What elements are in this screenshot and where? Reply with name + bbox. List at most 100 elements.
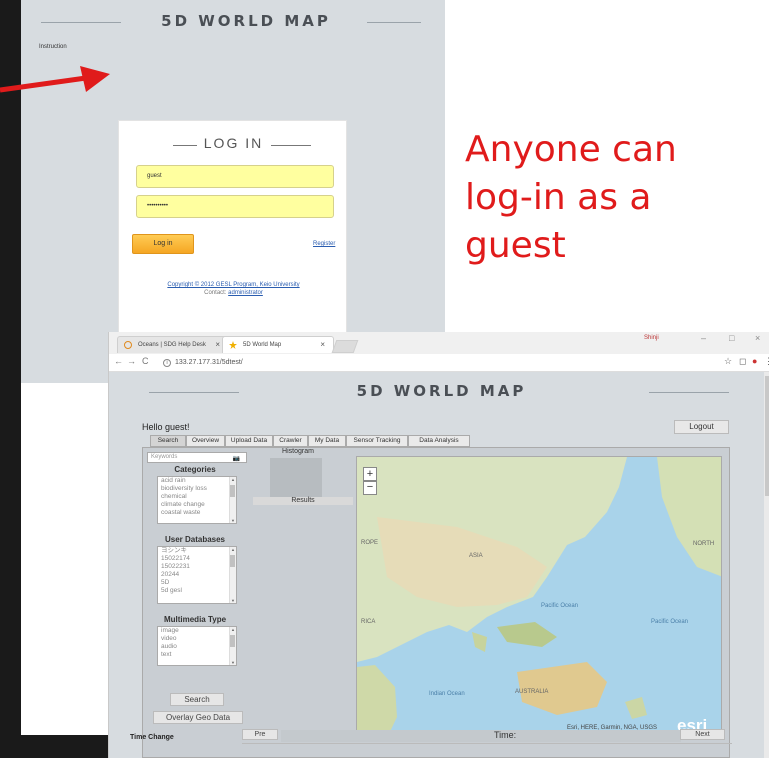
- close-tab-icon[interactable]: ×: [320, 337, 325, 353]
- reload-icon[interactable]: C: [142, 356, 149, 366]
- maximize-icon[interactable]: □: [729, 333, 734, 343]
- list-item[interactable]: acid rain: [158, 477, 236, 485]
- multimedia-type-list[interactable]: image video audio text: [157, 626, 237, 666]
- browser-tab-5d-world-map[interactable]: 5D World Map ×: [222, 336, 334, 353]
- camera-icon[interactable]: 📷: [233, 455, 240, 464]
- results-label[interactable]: Results: [253, 497, 353, 505]
- previous-time-button[interactable]: Pre: [242, 729, 278, 740]
- login-box: LOG IN guest •••••••••• Log in Register …: [118, 120, 347, 346]
- list-item[interactable]: text: [158, 651, 236, 659]
- copyright-link[interactable]: Copyright © 2012 GESL Program, Keio Univ…: [119, 282, 348, 288]
- username-field[interactable]: guest: [136, 165, 334, 188]
- forward-arrow-icon[interactable]: →: [127, 356, 136, 366]
- user-databases-heading: User Databases: [164, 535, 226, 544]
- title-rule-right: [367, 22, 421, 23]
- tab-search[interactable]: Search: [150, 435, 186, 447]
- password-field[interactable]: ••••••••••: [136, 195, 334, 218]
- next-time-button[interactable]: Next: [680, 729, 725, 740]
- heading-rule-right: [271, 145, 311, 146]
- map-label: RICA: [361, 619, 376, 625]
- tab-sensor-tracking[interactable]: Sensor Tracking: [346, 435, 408, 447]
- user-databases-list[interactable]: ヨシンキ 15022174 15022231 20244 5D 5d gesl: [157, 546, 237, 604]
- tab-overview[interactable]: Overview: [186, 435, 225, 447]
- page-scrollbar[interactable]: [764, 372, 769, 758]
- profile-icon[interactable]: ●: [752, 356, 757, 366]
- list-item[interactable]: 15022231: [158, 563, 236, 571]
- list-item[interactable]: ヨシンキ: [158, 547, 236, 555]
- contact-label: Contact:: [204, 290, 227, 296]
- menu-icon[interactable]: ⋮: [764, 356, 769, 367]
- keywords-input[interactable]: Keywords 📷: [147, 452, 247, 463]
- list-scrollbar[interactable]: [229, 547, 236, 603]
- search-button[interactable]: Search: [170, 693, 224, 706]
- browser-tab-oceans[interactable]: Oceans | SDG Help Desk ×: [117, 336, 229, 353]
- close-window-icon[interactable]: ×: [755, 333, 760, 343]
- list-item[interactable]: 5d gesl: [158, 587, 236, 595]
- minimize-icon[interactable]: –: [701, 333, 706, 343]
- list-item[interactable]: 20244: [158, 571, 236, 579]
- login-page-screenshot: 5D WORLD MAP Instruction LOG IN guest ••…: [21, 0, 445, 383]
- overlay-geo-data-button[interactable]: Overlay Geo Data: [153, 711, 243, 724]
- map-label: ASIA: [469, 553, 483, 559]
- list-item[interactable]: 15022174: [158, 555, 236, 563]
- page-scroll-thumb[interactable]: [765, 376, 769, 496]
- contact-admin-link[interactable]: administrator: [228, 290, 263, 296]
- list-item[interactable]: image: [158, 627, 236, 635]
- scroll-thumb[interactable]: [230, 635, 235, 647]
- login-page-title: 5D WORLD MAP: [161, 12, 331, 30]
- list-item[interactable]: biodiversity loss: [158, 485, 236, 493]
- greeting: Hello guest!: [142, 422, 190, 432]
- tab-upload-data[interactable]: Upload Data: [225, 435, 273, 447]
- scroll-thumb[interactable]: [230, 485, 235, 497]
- browser-tab-label: 5D World Map: [243, 342, 282, 348]
- new-tab-button[interactable]: [331, 340, 359, 353]
- list-item[interactable]: coastal waste: [158, 509, 236, 517]
- app-title: 5D WORLD MAP: [356, 382, 527, 400]
- logout-button[interactable]: Logout: [674, 420, 729, 434]
- url-field[interactable]: i 133.27.177.31/5dtest/: [161, 356, 641, 370]
- map-basemap: [357, 457, 721, 736]
- world-map[interactable]: + − ROPE ASIA NORTH Pacific Ocean Pacifi…: [356, 456, 722, 737]
- app-page: 5D WORLD MAP Hello guest! Logout Search …: [109, 372, 764, 758]
- zoom-in-button[interactable]: +: [363, 467, 377, 481]
- tab-my-data[interactable]: My Data: [308, 435, 346, 447]
- left-dark-strip: [0, 0, 21, 758]
- globe-icon: [124, 341, 132, 349]
- extension-icon[interactable]: ◻: [739, 356, 746, 367]
- multimedia-type-heading: Multimedia Type: [163, 615, 227, 624]
- info-icon[interactable]: i: [163, 359, 171, 367]
- bookmark-star-icon[interactable]: ☆: [724, 356, 732, 367]
- zoom-out-button[interactable]: −: [363, 481, 377, 495]
- scroll-thumb[interactable]: [230, 555, 235, 567]
- histogram-panel: [270, 458, 322, 498]
- login-button[interactable]: Log in: [132, 234, 194, 254]
- browser-window: Oceans | SDG Help Desk × 5D World Map × …: [108, 332, 769, 758]
- list-item[interactable]: video: [158, 635, 236, 643]
- tab-data-analysis[interactable]: Data Analysis: [408, 435, 470, 447]
- contact-line: Contact: administrator: [119, 290, 348, 296]
- title-rule-right: [649, 392, 729, 393]
- url-text: 133.27.177.31/5dtest/: [175, 359, 243, 366]
- instruction-link[interactable]: Instruction: [39, 44, 67, 50]
- back-arrow-icon[interactable]: ←: [114, 356, 123, 366]
- map-label: NORTH: [693, 541, 715, 547]
- list-item[interactable]: 5D: [158, 579, 236, 587]
- title-rule-left: [41, 22, 121, 23]
- categories-list[interactable]: acid rain biodiversity loss chemical cli…: [157, 476, 237, 524]
- list-scrollbar[interactable]: [229, 627, 236, 665]
- list-item[interactable]: audio: [158, 643, 236, 651]
- register-link[interactable]: Register: [313, 241, 335, 247]
- annotation-text: Anyone can log-in as a guest: [465, 126, 765, 270]
- address-bar: ← → C i 133.27.177.31/5dtest/ ☆ ◻ ● ⋮: [109, 354, 769, 372]
- list-scrollbar[interactable]: [229, 477, 236, 523]
- list-item[interactable]: climate change: [158, 501, 236, 509]
- window-user-badge[interactable]: Shinji: [644, 335, 659, 341]
- annotation-line-2: log-in as a: [465, 177, 652, 218]
- tab-crawler[interactable]: Crawler: [273, 435, 308, 447]
- close-tab-icon[interactable]: ×: [215, 337, 220, 353]
- histogram-label[interactable]: Histogram: [273, 448, 323, 458]
- left-dark-strip-bottom: [0, 735, 108, 758]
- login-heading: LOG IN: [203, 135, 264, 151]
- list-item[interactable]: chemical: [158, 493, 236, 501]
- annotation-line-3: guest: [465, 225, 566, 266]
